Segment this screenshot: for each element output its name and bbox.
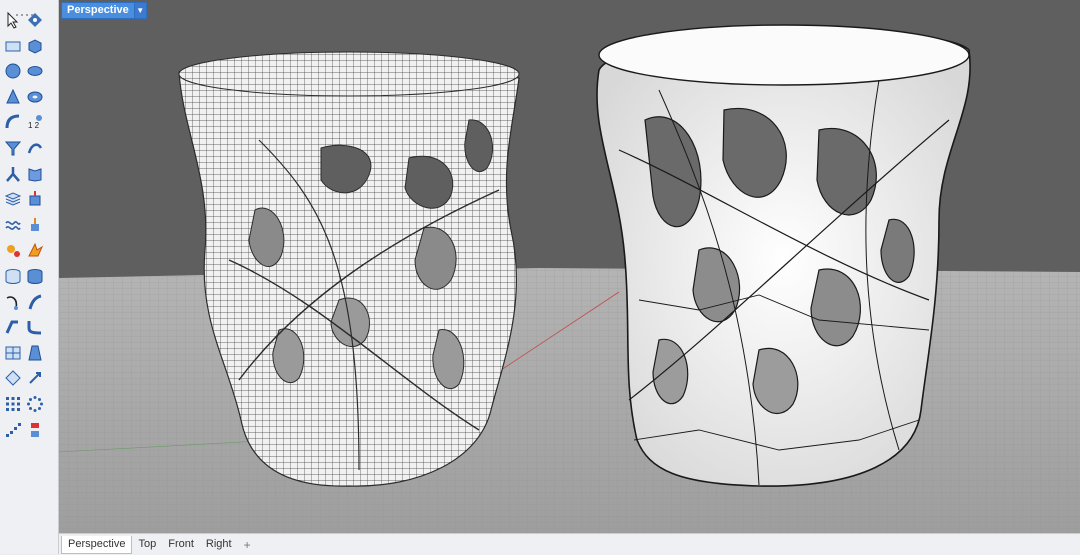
wave-icon[interactable]	[3, 215, 23, 235]
point-icon[interactable]	[25, 10, 45, 30]
select-arrow-icon[interactable]	[3, 10, 23, 30]
viewport-scene[interactable]	[59, 0, 1080, 533]
tab-right[interactable]: Right	[200, 536, 238, 553]
rotate-blue-icon[interactable]	[25, 368, 45, 388]
cone-icon[interactable]	[3, 87, 23, 107]
record-icon[interactable]	[25, 420, 45, 440]
stairs-icon[interactable]	[3, 420, 23, 440]
tab-front[interactable]: Front	[162, 536, 200, 553]
svg-text:1 2: 1 2	[28, 121, 40, 130]
solid-vase[interactable]	[596, 24, 971, 487]
ellipsoid-icon[interactable]	[25, 61, 45, 81]
bend-icon[interactable]	[25, 292, 45, 312]
torus-icon[interactable]	[25, 87, 45, 107]
cylinder-icon[interactable]	[25, 266, 45, 286]
rectangle-icon[interactable]	[3, 36, 23, 56]
triangle-down-icon[interactable]: ▼	[133, 3, 146, 18]
funnel-icon[interactable]	[3, 138, 23, 158]
tab-top[interactable]: Top	[132, 536, 162, 553]
box-icon[interactable]	[25, 36, 45, 56]
array-icon[interactable]	[3, 368, 23, 388]
stack-icon[interactable]	[3, 189, 23, 209]
flare-icon[interactable]	[25, 240, 45, 260]
cylinder-split-icon[interactable]	[3, 266, 23, 286]
sphere-icon[interactable]	[3, 61, 23, 81]
gear-explode-icon[interactable]	[3, 240, 23, 260]
left-toolbar: 1 2	[0, 0, 59, 554]
split-icon[interactable]	[3, 164, 23, 184]
extrude-icon[interactable]	[25, 189, 45, 209]
fillet-icon[interactable]	[25, 317, 45, 337]
viewport-title-label[interactable]: Perspective	[62, 3, 134, 18]
perspective-viewport[interactable]: Perspective ▼	[59, 0, 1080, 533]
pipe-icon[interactable]	[3, 317, 23, 337]
move-icon[interactable]	[25, 215, 45, 235]
add-tab-button[interactable]: +	[238, 538, 257, 552]
curve-icon[interactable]	[3, 292, 23, 312]
tab-perspective[interactable]: Perspective	[61, 535, 133, 554]
number-points-icon[interactable]: 1 2	[25, 112, 45, 132]
panel-icon[interactable]	[3, 343, 23, 363]
rotate-surface-icon[interactable]	[25, 138, 45, 158]
circle-dots-icon[interactable]	[25, 394, 45, 414]
pipe-arc-icon[interactable]	[3, 112, 23, 132]
viewport-title-tab[interactable]: Perspective ▼	[61, 2, 147, 19]
toolbar-grip[interactable]	[16, 3, 42, 16]
grid-dots-icon[interactable]	[3, 394, 23, 414]
taper-icon[interactable]	[25, 343, 45, 363]
book-icon[interactable]	[25, 164, 45, 184]
viewport-tabs: Perspective Top Front Right +	[59, 533, 1080, 555]
